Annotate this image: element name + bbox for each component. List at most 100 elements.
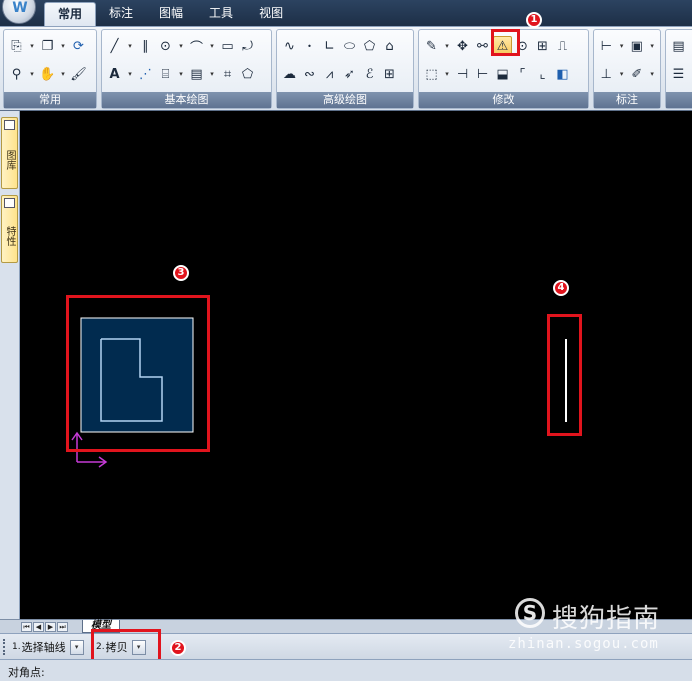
prev-layout-icon[interactable]: ◀ (33, 622, 44, 632)
copy-icon[interactable]: ❐ (38, 36, 57, 56)
point-grid-icon[interactable]: ⌗ (218, 64, 237, 84)
block-icon[interactable]: ▤ (187, 64, 206, 84)
command-prompt: 对角点: (8, 666, 45, 679)
status-bar: 对角点: (0, 659, 692, 681)
chamfer-icon[interactable]: ⌞ (533, 64, 552, 84)
spline-icon[interactable]: ∿ (280, 36, 299, 56)
arrow-icon[interactable]: ➶ (340, 64, 359, 84)
app-menu-button[interactable]: W (2, 0, 36, 24)
hatch-dropdown-icon[interactable]: ▾ (176, 64, 186, 84)
linear-dimension-dropdown-icon[interactable]: ▾ (617, 36, 627, 56)
sketch-icon[interactable]: ℰ (360, 64, 379, 84)
last-layout-icon[interactable]: ⏭ (57, 622, 68, 632)
ordinate-dimension-dropdown-icon[interactable]: ▾ (617, 64, 627, 84)
tab-sheet[interactable]: 图幅 (146, 2, 196, 26)
block-dropdown-icon[interactable]: ▾ (207, 64, 217, 84)
centerline-icon[interactable]: ⋰ (136, 64, 155, 84)
palette-tab-library-label: 图库 (4, 150, 15, 170)
erase-icon[interactable]: ✎ (422, 36, 441, 56)
region-icon[interactable]: ⬠ (238, 64, 257, 84)
polyline-icon[interactable]: ⤾ (238, 36, 257, 56)
pan-icon[interactable]: ✋ (38, 64, 57, 84)
arc-dropdown-icon[interactable]: ▾ (207, 36, 217, 56)
scale-dropdown-icon[interactable]: ▾ (442, 64, 452, 84)
parallel-line-icon[interactable]: ∥ (136, 36, 155, 56)
copy-dropdown-icon[interactable]: ▾ (58, 36, 68, 56)
stretch-icon[interactable]: ⬓ (493, 64, 512, 84)
first-layout-icon[interactable]: ⏮ (21, 622, 32, 632)
tab-tools[interactable]: 工具 (196, 2, 246, 26)
circle-dropdown-icon[interactable]: ▾ (176, 36, 186, 56)
erase-dropdown-icon[interactable]: ▾ (442, 36, 452, 56)
paste-dropdown-icon[interactable]: ▾ (27, 36, 37, 56)
circle-icon[interactable]: ⊙ (156, 36, 175, 56)
left-palette: 图库 特性 (0, 111, 20, 619)
extend-icon[interactable]: ⊢ (473, 64, 492, 84)
angle-line-icon[interactable]: ∟ (320, 36, 339, 56)
option-1-label: 选择轴线 (21, 641, 66, 654)
toolbar-grip[interactable] (3, 639, 6, 655)
panel-title-dimension: 标注 (594, 92, 660, 108)
linear-dimension-icon[interactable]: ⊢ (597, 36, 616, 56)
line-dropdown-icon[interactable]: ▾ (125, 36, 135, 56)
marker-badge-1: 1 (526, 12, 542, 28)
tab-view[interactable]: 视图 (246, 2, 296, 26)
scale-icon[interactable]: ⬚ (422, 64, 441, 84)
panel-advanced-draw: ∿ • ∟ ⬭ ⬠ ⌂ ☁ ∾ ⩘ ➶ ℰ ⊞ 高级绘图 (276, 29, 414, 109)
polygon-icon[interactable]: ⬠ (360, 36, 379, 56)
zoom-dropdown-icon[interactable]: ▾ (27, 64, 37, 84)
edit-dimension-icon[interactable]: ✐ (628, 64, 647, 84)
option-select-axis[interactable]: 1. 选择轴线 ▾ (12, 638, 84, 656)
break-line-icon[interactable]: ⩘ (320, 64, 339, 84)
panel-extra: ▤ ☰ (665, 29, 692, 109)
highlight-box-mirror-tool (491, 29, 520, 56)
zoom-icon[interactable]: ⚲ (7, 64, 26, 84)
watermark-url: zhinan.sogou.com (508, 636, 659, 652)
rectangle-icon[interactable]: ▭ (218, 36, 237, 56)
option-1-dropdown-icon[interactable]: ▾ (69, 639, 84, 655)
hatch-icon[interactable]: ⌸ (156, 64, 175, 84)
trim-icon[interactable]: ⊣ (453, 64, 472, 84)
pan-dropdown-icon[interactable]: ▾ (58, 64, 68, 84)
line-icon[interactable]: ╱ (105, 36, 124, 56)
text-dropdown-icon[interactable]: ▾ (125, 64, 135, 84)
paste-icon[interactable]: ⎘ (7, 36, 26, 56)
layer-icon[interactable]: ▤ (669, 36, 688, 56)
library-icon (4, 120, 15, 130)
wave-line-icon[interactable]: ∾ (300, 64, 319, 84)
ordinate-dimension-icon[interactable]: ⊥ (597, 64, 616, 84)
explode-icon[interactable]: ◧ (553, 64, 572, 84)
point-icon[interactable]: • (300, 36, 319, 56)
ellipse-icon[interactable]: ⬭ (340, 36, 359, 56)
table-icon[interactable]: ⊞ (380, 64, 399, 84)
cloud-icon[interactable]: ☁ (280, 64, 299, 84)
palette-tab-properties[interactable]: 特性 (1, 195, 18, 263)
app-logo-icon: W (12, 0, 28, 16)
match-properties-icon[interactable]: 🖌 (69, 64, 88, 84)
arc-icon[interactable]: ⌒ (187, 36, 206, 56)
panel-title-extra (666, 92, 692, 108)
panel-common: ⎘ ▾ ❐ ▾ ⟳ ⚲ ▾ ✋ ▾ 🖌 常用 (3, 29, 97, 109)
properties-panel-icon (4, 198, 15, 208)
text-icon[interactable]: A (105, 64, 124, 84)
dimension-style-dropdown-icon[interactable]: ▾ (647, 36, 657, 56)
panel-basic-draw: ╱ ▾ ∥ ⊙ ▾ ⌒ ▾ ▭ ⤾ A ▾ ⋰ ⌸ ▾ ▤ ▾ ⌗ ⬠ 基本绘图 (101, 29, 272, 109)
move-icon[interactable]: ✥ (453, 36, 472, 56)
regen-icon[interactable]: ⟳ (69, 36, 88, 56)
palette-tab-library[interactable]: 图库 (1, 117, 18, 189)
tab-dimension[interactable]: 标注 (96, 2, 146, 26)
tab-common[interactable]: 常用 (44, 2, 97, 26)
rounded-shape-icon[interactable]: ⌂ (380, 36, 399, 56)
highlight-box-copy-option (91, 629, 161, 663)
dimension-style-icon[interactable]: ▣ (628, 36, 647, 56)
next-layout-icon[interactable]: ▶ (45, 622, 56, 632)
panel-dimension: ⊢ ▾ ▣ ▾ ⊥ ▾ ✐ ▾ 标注 (593, 29, 661, 109)
properties-icon[interactable]: ☰ (669, 64, 688, 84)
edit-dimension-dropdown-icon[interactable]: ▾ (647, 64, 657, 84)
highlight-box-mirror-line (547, 314, 582, 436)
array-icon[interactable]: ⊞ (533, 36, 552, 56)
fillet-icon[interactable]: ⌜ (513, 64, 532, 84)
offset-icon[interactable]: ⎍ (553, 36, 572, 56)
copy-objects-icon[interactable]: ⚯ (473, 36, 492, 56)
palette-tab-properties-label: 特性 (4, 226, 15, 246)
